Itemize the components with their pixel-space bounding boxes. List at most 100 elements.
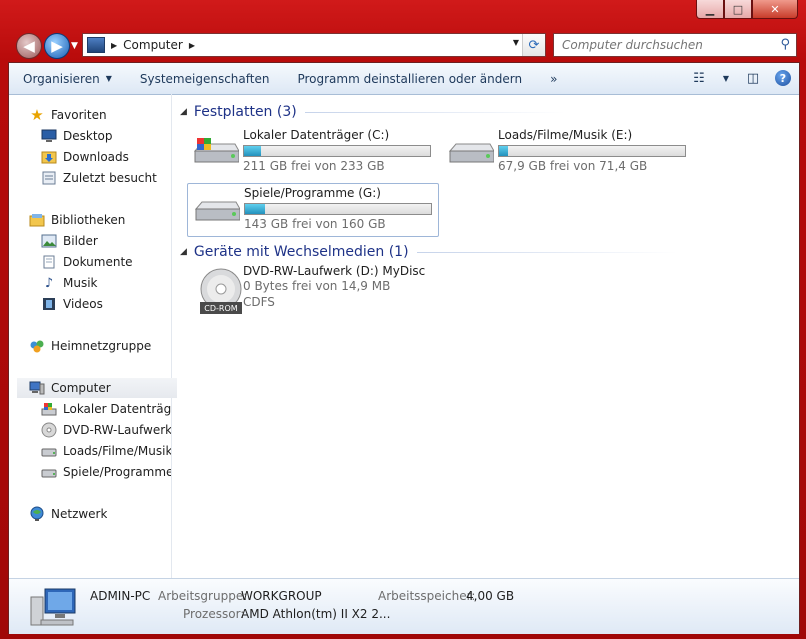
- hard-drive-icon: [194, 201, 240, 221]
- nav-favorites[interactable]: ★ Favoriten: [29, 105, 107, 125]
- nav-drive-c[interactable]: Lokaler Datenträger: [41, 399, 171, 419]
- processor-value: AMD Athlon(tm) II X2 2...: [241, 607, 391, 621]
- nav-label: Netzwerk: [51, 507, 108, 521]
- homegroup-icon: [29, 338, 45, 354]
- more-commands-button[interactable]: »: [536, 63, 571, 94]
- nav-libraries[interactable]: Bibliotheken: [29, 210, 125, 230]
- maximize-button[interactable]: □: [724, 0, 752, 19]
- uninstall-program-button[interactable]: Programm deinstallieren oder ändern: [283, 63, 536, 94]
- hard-drive-icon: [41, 464, 57, 480]
- drive-usage-fill: [245, 204, 265, 214]
- drive-tile-d[interactable]: CD-ROM DVD-RW-Laufwerk (D:) MyDisc 0 Byt…: [187, 264, 437, 325]
- nav-desktop[interactable]: Desktop: [41, 126, 113, 146]
- collapse-triangle-icon[interactable]: ◢: [180, 247, 187, 257]
- group-header-hard-drives[interactable]: ◢ Festplatten (3): [180, 104, 565, 120]
- nav-computer[interactable]: Computer: [17, 378, 177, 398]
- drive-usage-fill: [499, 146, 509, 156]
- refresh-icon[interactable]: ⟳: [522, 34, 545, 56]
- window-controls: ▁ □ ✕: [696, 0, 798, 19]
- pictures-icon: [41, 233, 57, 249]
- organize-label: Organisieren: [23, 71, 100, 86]
- window-frame: ▁ □ ✕ ◀ ▶ ▼ ▶ Computer ▶ ▼ ⟳ ⚲ Organisie…: [0, 0, 806, 639]
- address-dropdown-icon[interactable]: ▼: [513, 38, 519, 47]
- chevron-down-icon: ▼: [105, 74, 112, 83]
- drive-name: DVD-RW-Laufwerk (D:) MyDisc: [243, 264, 426, 278]
- desktop-icon: [41, 128, 57, 144]
- details-pane: ADMIN-PC Arbeitsgruppe: WORKGROUP Arbeit…: [9, 578, 799, 634]
- cd-rom-badge: CD-ROM: [204, 304, 237, 313]
- content-pane: ◢ Festplatten (3) Lokaler Datenträger (C:…: [172, 94, 799, 578]
- hard-drive-icon: [448, 143, 494, 163]
- star-icon: ★: [30, 106, 44, 124]
- view-dropdown-icon[interactable]: ▼: [721, 68, 731, 88]
- nav-label: Desktop: [63, 129, 113, 143]
- group-header-removable[interactable]: ◢ Geräte mit Wechselmedien (1): [180, 244, 677, 260]
- view-options-icon[interactable]: ☷: [689, 68, 709, 88]
- drive-tile-g[interactable]: Spiele/Programme (G:) 143 GB frei von 16…: [187, 183, 439, 237]
- group-title: Festplatten (3): [193, 104, 297, 120]
- preview-pane-icon[interactable]: ◫: [743, 68, 763, 88]
- computer-icon: [29, 380, 45, 396]
- drive-tile-e[interactable]: Loads/Filme/Musik (E:) 67,9 GB frei von …: [442, 126, 692, 178]
- nav-label: Loads/Filme/Musik: [63, 444, 171, 458]
- nav-drive-e[interactable]: Loads/Filme/Musik: [41, 441, 171, 461]
- nav-label: Bibliotheken: [51, 213, 126, 227]
- downloads-folder-icon: [41, 149, 57, 165]
- help-icon[interactable]: ?: [775, 70, 791, 86]
- windows-drive-icon: [41, 401, 57, 417]
- breadcrumb-separator-icon[interactable]: ▶: [189, 41, 195, 50]
- breadcrumb-separator-icon[interactable]: ▶: [111, 41, 117, 50]
- computer-name: ADMIN-PC: [90, 589, 151, 603]
- drive-usage-bar: [498, 145, 686, 157]
- command-bar: Organisieren ▼ Systemeigenschaften Progra…: [9, 63, 799, 95]
- nav-drive-g[interactable]: Spiele/Programme (: [41, 462, 171, 482]
- drive-usage-fill: [244, 146, 262, 156]
- drive-usage-bar: [244, 203, 432, 215]
- minimize-button[interactable]: ▁: [696, 0, 724, 19]
- nav-drive-d[interactable]: DVD-RW-Laufwerk (: [41, 420, 171, 440]
- nav-label: Favoriten: [51, 108, 107, 122]
- history-dropdown-icon[interactable]: ▼: [71, 41, 78, 51]
- cd-rom-drive-icon: CD-ROM: [200, 268, 242, 314]
- drive-usage-bar: [243, 145, 431, 157]
- drive-free-space: 0 Bytes frei von 14,9 MB: [243, 279, 391, 293]
- nav-label: Computer: [51, 381, 111, 395]
- nav-label: Heimnetzgruppe: [51, 339, 152, 353]
- collapse-triangle-icon[interactable]: ◢: [180, 107, 187, 117]
- back-button[interactable]: ◀: [16, 33, 42, 59]
- windows-hard-drive-icon: [193, 138, 239, 163]
- memory-label: Arbeitsspeicher:: [378, 589, 476, 603]
- libraries-icon: [29, 212, 45, 228]
- group-title: Geräte mit Wechselmedien (1): [193, 244, 409, 260]
- nav-homegroup[interactable]: Heimnetzgruppe: [29, 336, 151, 356]
- breadcrumb-computer[interactable]: Computer: [123, 38, 183, 52]
- nav-pictures[interactable]: Bilder: [41, 231, 98, 251]
- computer-icon: [30, 588, 76, 626]
- group-divider: [416, 251, 677, 253]
- drive-tile-c[interactable]: Lokaler Datenträger (C:) 211 GB frei von…: [187, 126, 437, 178]
- nav-documents[interactable]: Dokumente: [41, 252, 133, 272]
- close-button[interactable]: ✕: [752, 0, 798, 19]
- navigation-pane: ★ Favoriten Desktop Downloads Zuletzt bes…: [9, 94, 177, 578]
- system-properties-button[interactable]: Systemeigenschaften: [126, 63, 284, 94]
- forward-button[interactable]: ▶: [44, 33, 70, 59]
- search-input[interactable]: [560, 34, 774, 56]
- organize-button[interactable]: Organisieren ▼: [9, 63, 126, 94]
- nav-label: Videos: [63, 297, 103, 311]
- music-icon: ♪: [44, 275, 54, 291]
- nav-network[interactable]: Netzwerk: [29, 504, 107, 524]
- nav-videos[interactable]: Videos: [41, 294, 103, 314]
- nav-recent[interactable]: Zuletzt besucht: [41, 168, 157, 188]
- nav-label: Bilder: [63, 234, 98, 248]
- recent-places-icon: [41, 170, 57, 186]
- computer-icon: [87, 37, 105, 53]
- address-bar[interactable]: ▶ Computer ▶ ▼ ⟳: [82, 33, 546, 57]
- network-icon: [29, 506, 45, 522]
- drive-name: Loads/Filme/Musik (E:): [498, 128, 633, 142]
- nav-label: Zuletzt besucht: [63, 171, 157, 185]
- nav-downloads[interactable]: Downloads: [41, 147, 129, 167]
- search-icon[interactable]: ⚲: [780, 37, 790, 52]
- search-box[interactable]: ⚲: [553, 33, 797, 57]
- nav-music[interactable]: ♪ Musik: [41, 273, 98, 293]
- drive-name: Lokaler Datenträger (C:): [243, 128, 390, 142]
